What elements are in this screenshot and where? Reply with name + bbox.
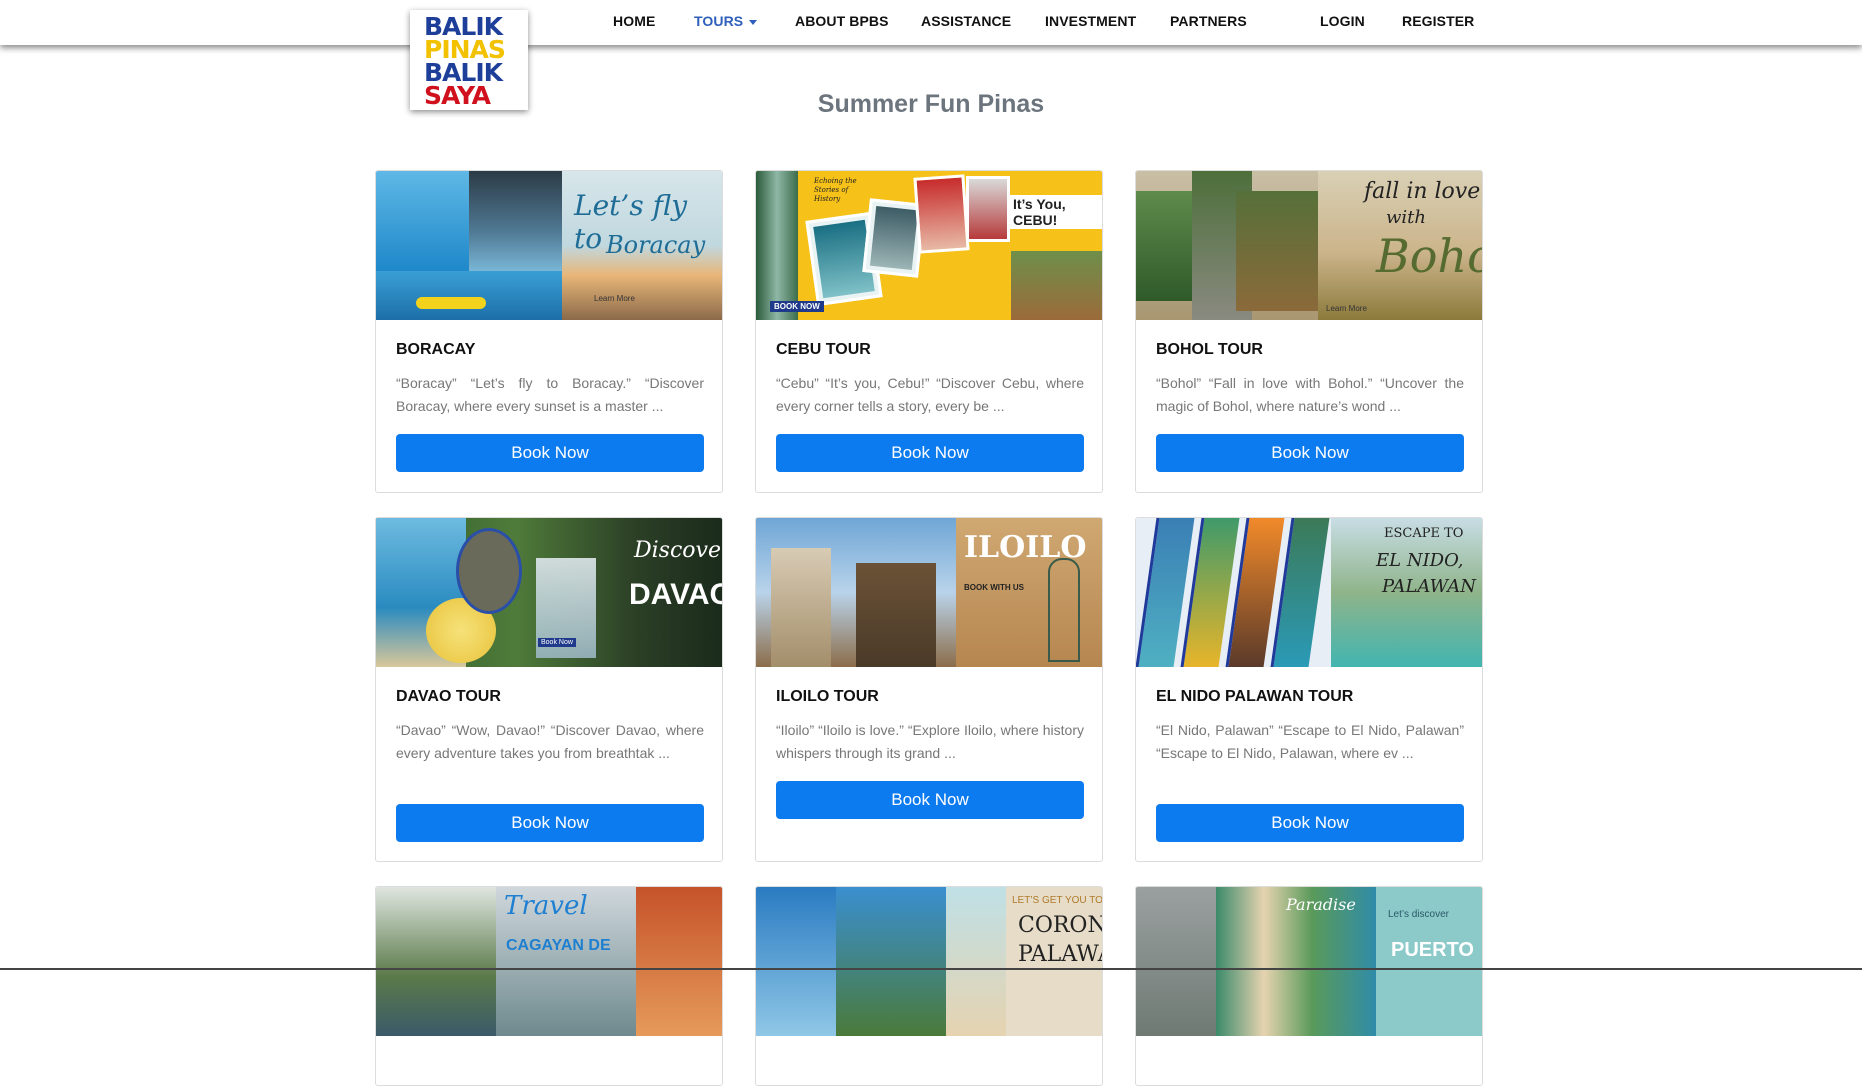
tour-card-coron: LET’S GET YOU TO CORON, PALAWAN [755, 886, 1103, 1086]
card-description: “Boracay” “Let’s fly to Boracay.” “Disco… [396, 375, 704, 414]
card-title: EL NIDO PALAWAN TOUR [1156, 688, 1354, 705]
image-caption: Paradise [1286, 895, 1356, 914]
card-description: “El Nido, Palawan” “Escape to El Nido, P… [1156, 722, 1464, 761]
book-now-button[interactable]: Book Now [1156, 434, 1464, 472]
tour-image-cagayan[interactable]: Travel CAGAYAN DE [376, 887, 722, 1036]
tour-image-el-nido[interactable]: ESCAPE TO EL NIDO, PALAWAN [1136, 518, 1482, 667]
image-caption: DAVAO [629, 578, 723, 611]
book-now-button[interactable]: Book Now [396, 434, 704, 472]
tour-card-cagayan: Travel CAGAYAN DE [375, 886, 723, 1086]
book-now-button[interactable]: Book Now [776, 434, 1084, 472]
tour-card-puerto-princesa: Paradise Let’s discover PUERTO [1135, 886, 1483, 1086]
card-description: “Iloilo” “Iloilo is love.” “Explore Iloi… [776, 722, 1084, 761]
image-caption: It’s You, CEBU! [1010, 195, 1102, 229]
book-now-button[interactable]: Book Now [1156, 804, 1464, 842]
nav-investment[interactable]: INVESTMENT [1045, 13, 1136, 29]
tour-card-iloilo: ILOILO BOOK WITH US ILOILO TOUR “Iloilo”… [755, 517, 1103, 862]
image-caption: CAGAYAN DE [506, 937, 611, 954]
image-caption: BOOK NOW [770, 301, 824, 312]
image-caption: PUERTO [1391, 939, 1474, 961]
tour-card-el-nido: ESCAPE TO EL NIDO, PALAWAN EL NIDO PALAW… [1135, 517, 1483, 862]
nav-assistance[interactable]: ASSISTANCE [921, 13, 1011, 29]
image-caption: Echoing the Stories of History [814, 177, 857, 203]
card-title: DAVAO TOUR [396, 688, 501, 705]
tour-image-cebu[interactable]: It’s You, CEBU! BOOK NOW Echoing the Sto… [756, 171, 1102, 320]
image-caption: Bohol [1376, 229, 1482, 283]
site-logo[interactable]: BALIK PINAS BALIK SAYA [410, 10, 528, 110]
card-title: BOHOL TOUR [1156, 341, 1263, 358]
card-description: “Bohol” “Fall in love with Bohol.” “Unco… [1156, 375, 1464, 414]
book-now-button[interactable]: Book Now [396, 804, 704, 842]
tour-card-boracay: Let’s fly to Boracay Learn More BORACAY … [375, 170, 723, 493]
card-title: ILOILO TOUR [776, 688, 879, 705]
card-title: BORACAY [396, 341, 476, 358]
card-description: “Davao” “Wow, Davao!” “Discover Davao, w… [396, 722, 704, 761]
image-caption: PALAWAN [1382, 576, 1477, 597]
tour-image-bohol[interactable]: fall in love with Bohol Learn More [1136, 171, 1482, 320]
tour-image-coron[interactable]: LET’S GET YOU TO CORON, PALAWAN [756, 887, 1103, 1036]
image-caption: with [1386, 207, 1426, 228]
image-caption: EL NIDO, [1376, 550, 1464, 571]
image-caption: Travel [504, 891, 588, 921]
image-caption: Boracay [606, 231, 706, 259]
chevron-down-icon [749, 19, 758, 25]
image-caption: Learn More [1326, 304, 1367, 313]
tour-image-iloilo[interactable]: ILOILO BOOK WITH US [756, 518, 1102, 667]
image-caption: LET’S GET YOU TO [1012, 895, 1103, 906]
image-caption: CORON, [1018, 913, 1103, 938]
tour-card-cebu: It’s You, CEBU! BOOK NOW Echoing the Sto… [755, 170, 1103, 493]
nav-register[interactable]: REGISTER [1402, 13, 1474, 29]
tour-image-boracay[interactable]: Let’s fly to Boracay Learn More [376, 171, 722, 320]
image-caption: Let’s discover [1388, 909, 1449, 920]
top-navbar: HOME TOURS ABOUT BPBS ASSISTANCE INVESTM… [0, 0, 1862, 45]
tour-image-puerto-princesa[interactable]: Paradise Let’s discover PUERTO [1136, 887, 1482, 1036]
logo-line-4: SAYA [424, 81, 491, 110]
image-caption: Discover [634, 538, 723, 563]
image-caption: BOOK WITH US [964, 583, 1024, 592]
image-caption: ESCAPE TO [1384, 526, 1464, 541]
nav-home[interactable]: HOME [613, 13, 655, 29]
card-description: “Cebu” “It’s you, Cebu!” “Discover Cebu,… [776, 375, 1084, 414]
image-caption: Learn More [594, 294, 635, 303]
nav-tours-label: TOURS [694, 13, 744, 29]
nav-about[interactable]: ABOUT BPBS [795, 13, 889, 29]
section-title: Summer Fun Pinas [817, 90, 1045, 118]
image-caption: ILOILO [964, 530, 1087, 565]
tour-card-bohol: fall in love with Bohol Learn More BOHOL… [1135, 170, 1483, 493]
tour-image-davao[interactable]: Discover DAVAO Book Now [376, 518, 723, 667]
image-caption: Book Now [538, 638, 576, 647]
card-title: CEBU TOUR [776, 341, 871, 358]
image-caption: PALAWAN [1018, 942, 1102, 967]
nav-login[interactable]: LOGIN [1320, 13, 1365, 29]
tour-card-davao: Discover DAVAO Book Now DAVAO TOUR “Dava… [375, 517, 723, 862]
image-caption: fall in love [1364, 179, 1481, 204]
nav-tours-dropdown[interactable]: TOURS [694, 13, 758, 29]
book-now-button[interactable]: Book Now [776, 781, 1084, 819]
nav-partners[interactable]: PARTNERS [1170, 13, 1247, 29]
